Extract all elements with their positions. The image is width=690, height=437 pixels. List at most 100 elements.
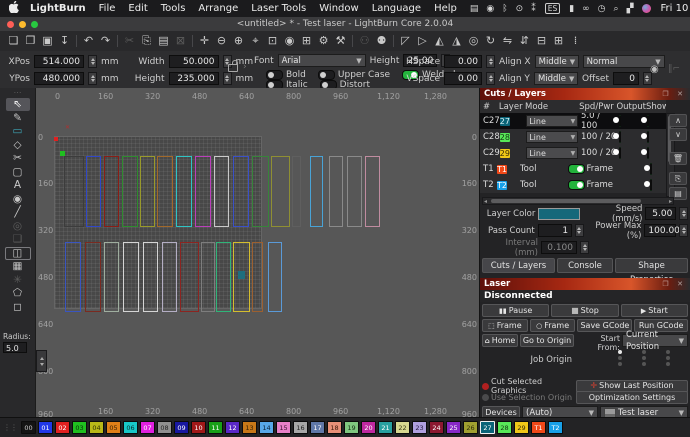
palette-color-21[interactable]: 21	[378, 421, 393, 434]
optimization-settings-button[interactable]: Optimization Settings	[576, 391, 688, 404]
zoom-in-icon[interactable]: ⊕	[230, 32, 247, 50]
monitor-icon[interactable]: ⊞	[298, 32, 315, 50]
layer-color-tag[interactable]: 27	[500, 117, 510, 126]
distort-icon[interactable]: ◸	[397, 32, 414, 50]
canvas-shape[interactable]	[104, 156, 119, 227]
power-max-input[interactable]: 100.00	[644, 224, 676, 237]
frame-circle-button[interactable]: ○Frame	[530, 319, 576, 332]
job-origin-dot-0[interactable]	[618, 350, 622, 354]
dock-h-icon[interactable]: ⊟	[533, 32, 550, 50]
canvas-shape[interactable]	[292, 156, 301, 227]
toolbar-expand-chevron[interactable]: ›	[243, 62, 247, 72]
layer-up-button[interactable]: ∧	[669, 114, 687, 127]
siri-icon[interactable]	[642, 4, 651, 13]
save-gcode-button[interactable]: Save GCode	[577, 319, 632, 332]
canvas-shape[interactable]	[310, 156, 323, 227]
job-origin-dot-5[interactable]	[666, 356, 670, 360]
camera-icon[interactable]: ◉	[281, 32, 298, 50]
palette-color-06[interactable]: 06	[123, 421, 138, 434]
layer-row-c29[interactable]: C2929Line▼100 / 20	[480, 145, 666, 161]
canvas-shape[interactable]	[201, 242, 215, 312]
menu-language[interactable]: Language	[372, 3, 421, 14]
canvas-shape[interactable]	[329, 156, 343, 227]
palette-color-26[interactable]: 26	[463, 421, 478, 434]
canvas-shape[interactable]	[86, 156, 101, 227]
width-input[interactable]: 50.000	[169, 55, 219, 68]
menu-lightburn[interactable]: LightBurn	[30, 3, 86, 14]
tab-console[interactable]: Console	[557, 258, 613, 273]
layer-row-c28[interactable]: C2828Line▼100 / 20	[480, 129, 666, 145]
layer-mode-dropdown[interactable]: Line▼	[526, 147, 578, 159]
canvas-shape[interactable]	[85, 242, 101, 312]
distribute-icon[interactable]: ⇵	[516, 32, 533, 50]
palette-color-01[interactable]: 01	[38, 421, 53, 434]
palette-color-02[interactable]: 02	[55, 421, 70, 434]
show-toggle[interactable]	[647, 131, 649, 143]
update-icon[interactable]: ⊙	[516, 4, 524, 14]
canvas-shape[interactable]	[271, 156, 290, 227]
undo-icon[interactable]: ↶	[80, 32, 97, 50]
tool-layer-toggle[interactable]	[568, 164, 585, 174]
pan-icon[interactable]: ✛	[196, 32, 213, 50]
zoom-window-button[interactable]	[31, 21, 38, 28]
palette-color-29[interactable]: 29	[514, 421, 529, 434]
speed-spinner[interactable]	[679, 207, 688, 220]
pause-button[interactable]: ▮▮Pause	[482, 304, 549, 317]
use-selection-origin-checkbox[interactable]	[482, 394, 489, 401]
save-icon[interactable]: ▣	[39, 32, 56, 50]
settings-gear-icon[interactable]: ⚙	[315, 32, 332, 50]
output-toggle[interactable]	[619, 147, 621, 159]
device-settings-icon[interactable]: ⚒	[332, 32, 349, 50]
grid-array-tool[interactable]: ▦	[6, 260, 30, 273]
canvas-shape[interactable]	[233, 156, 249, 227]
canvas-shape[interactable]	[64, 156, 84, 227]
new-file-icon[interactable]: ❏	[5, 32, 22, 50]
font-dropdown[interactable]: Arial▼	[278, 54, 366, 67]
canvas-shape[interactable]	[252, 156, 269, 227]
canvas-shape[interactable]	[176, 156, 192, 227]
radius-input[interactable]: 5.0	[3, 342, 27, 353]
home-button[interactable]: ⌂Home	[482, 334, 518, 347]
import-icon[interactable]: ↧	[56, 32, 73, 50]
search-icon[interactable]: ⌕	[614, 4, 619, 14]
palette-color-18[interactable]: 18	[327, 421, 342, 434]
palette-color-10[interactable]: 10	[191, 421, 206, 434]
tab-cuts-layers[interactable]: Cuts / Layers	[482, 258, 555, 273]
show-toggle[interactable]	[650, 179, 652, 191]
text-tool[interactable]: A	[6, 179, 30, 192]
height-input[interactable]: 235.000	[169, 72, 219, 85]
pass-count-spinner[interactable]	[575, 224, 584, 237]
menu-edit[interactable]: Edit	[128, 3, 147, 14]
target-icon[interactable]: ◎	[465, 32, 482, 50]
output-toggle[interactable]	[619, 115, 621, 127]
layer-color-swatch[interactable]	[538, 208, 580, 220]
polygon-tool[interactable]: ◇	[6, 139, 30, 152]
palette-color-t2[interactable]: T2	[548, 421, 563, 434]
preview-icon[interactable]: ▷	[414, 32, 431, 50]
palette-color-23[interactable]: 23	[412, 421, 427, 434]
palette-color-05[interactable]: 05	[106, 421, 121, 434]
palette-color-11[interactable]: 11	[208, 421, 223, 434]
mirror-h-icon[interactable]: ◭	[431, 32, 448, 50]
canvas-shape[interactable]	[347, 156, 362, 227]
layer-mode-dropdown[interactable]: Line▼	[526, 131, 578, 143]
frame-square-button[interactable]: ⬚Frame	[482, 319, 528, 332]
layer-row-c27[interactable]: C2727Line▼5.0 / 100	[480, 113, 666, 129]
tab-shape-properties[interactable]: Shape Properties	[615, 258, 688, 273]
layer-mode-dropdown[interactable]: Line▼	[526, 115, 578, 127]
palette-color-16[interactable]: 16	[293, 421, 308, 434]
palette-color-17[interactable]: 17	[310, 421, 325, 434]
job-origin-dot-1[interactable]	[642, 350, 646, 354]
canvas-shape[interactable]	[157, 156, 173, 227]
canvas-filled-shape[interactable]	[238, 271, 245, 279]
visibility-eye-icon[interactable]: ◉	[650, 64, 659, 75]
display-icon[interactable]: ▤	[470, 4, 479, 14]
palette-color-27[interactable]: 27	[480, 421, 495, 434]
palette-color-08[interactable]: 08	[157, 421, 172, 434]
canvas-shape[interactable]	[268, 242, 282, 312]
job-origin-dot-4[interactable]	[642, 356, 646, 360]
menu-bar-clock[interactable]: Fri 10 Oct 15:50:19	[660, 3, 690, 14]
canvas-shape[interactable]	[123, 242, 139, 312]
show-toggle[interactable]	[647, 115, 649, 127]
job-origin-dot-2[interactable]	[666, 350, 670, 354]
